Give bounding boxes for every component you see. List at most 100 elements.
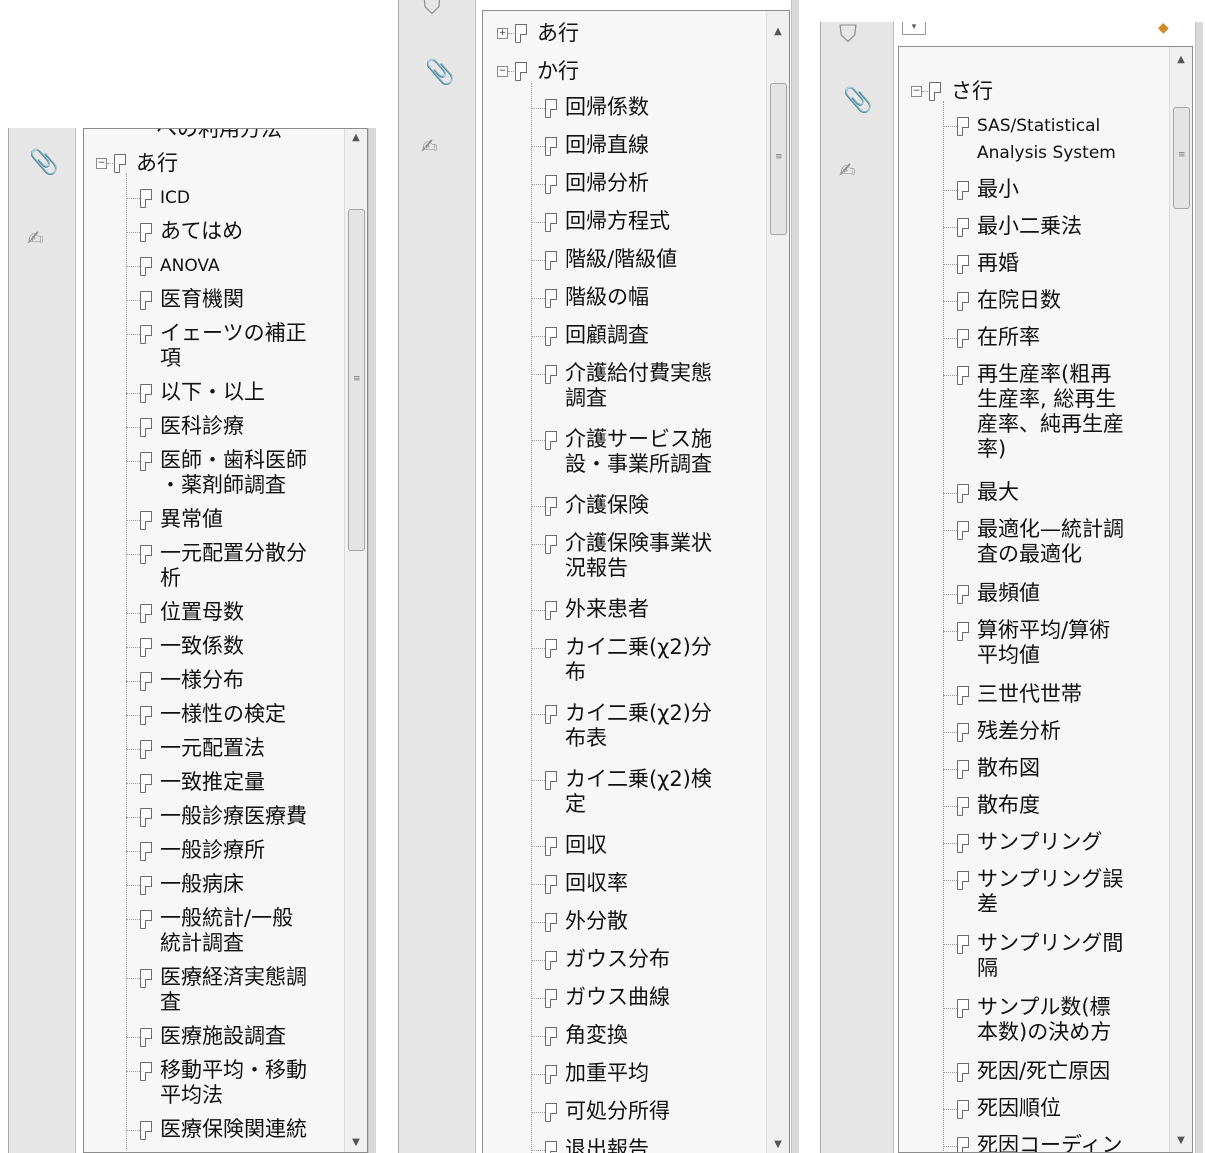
paperclip-icon[interactable]: 📎 — [29, 150, 59, 174]
bookmark-item[interactable]: 加重平均 — [483, 1059, 789, 1097]
bookmark-icon — [140, 808, 152, 827]
expand-icon[interactable]: + — [497, 28, 508, 39]
bookmark-icon — [545, 431, 557, 450]
panel-splitter[interactable] — [791, 0, 799, 1153]
panel-splitter[interactable] — [1195, 22, 1203, 1153]
bookmark-item[interactable]: 回収率 — [483, 869, 789, 907]
tree-connector — [943, 1146, 957, 1147]
bookmark-item[interactable]: 階級の幅 — [483, 283, 789, 321]
bookmark-group-label[interactable]: か行 — [537, 59, 579, 84]
vertical-scrollbar[interactable]: ▲ ≡ ▼ — [766, 11, 789, 1153]
bookmark-item[interactable]: 可処分所得 — [483, 1097, 789, 1135]
bookmark-item[interactable]: 回顧調査 — [483, 321, 789, 359]
bookmark-item[interactable]: 階級/階級値 — [483, 245, 789, 283]
tree-connector — [943, 301, 957, 302]
tree-connector — [126, 173, 127, 1149]
tree-connector — [531, 440, 545, 441]
bookmark-icon[interactable]: ⛉ — [423, 0, 441, 18]
collapse-icon[interactable]: − — [96, 158, 107, 169]
bookmark-icon — [140, 604, 152, 623]
bookmark-icon — [140, 1121, 152, 1140]
bookmarks-panel-2: ⛉ 📎 ✍ + あ行 − か行 回帰係数 回帰直線 回帰分析 回帰方程式 階級/階級値 階級の幅回… — [398, 0, 800, 1153]
bookmark-label: 加重平均 — [565, 1061, 649, 1085]
bookmark-label: 医療施設調査 — [160, 1024, 286, 1048]
bookmark-icon — [957, 117, 969, 136]
bookmark-label[interactable]: への利用方法 — [156, 129, 282, 142]
panel-splitter[interactable] — [368, 128, 376, 1153]
bookmark-item[interactable]: 退出報告 — [483, 1135, 789, 1153]
bookmark-item[interactable]: カイ二乗(χ2)分 布表 — [483, 699, 789, 765]
bookmark-item[interactable]: 介護給付費実態 調査 — [483, 359, 789, 425]
bookmark-item[interactable]: カイ二乗(χ2)分 布 — [483, 633, 789, 699]
bookmark-item[interactable]: 外来患者 — [483, 595, 789, 633]
vertical-scrollbar[interactable]: ▲ ≡ ▼ — [344, 129, 367, 1152]
bookmark-item[interactable]: 回帰方程式 — [483, 207, 789, 245]
expand-bookmark-icon[interactable]: ◆ — [1158, 22, 1178, 36]
bookmark-label: 再生産率(粗再 生産率, 総再生 産率、純再生産 率) — [977, 362, 1124, 461]
paperclip-icon[interactable]: 📎 — [843, 88, 873, 112]
options-icon[interactable]: ▾ — [902, 22, 926, 35]
tree-connector — [943, 190, 957, 191]
scroll-down-icon[interactable]: ▼ — [1170, 1132, 1192, 1150]
signature-icon[interactable]: ✍ — [27, 226, 44, 250]
bookmark-tree-pane[interactable]: への利用方法 − あ行 ICD あてはめ ANOVA 医育機関 イェーツの補正 項以下・以上医… — [83, 128, 368, 1153]
signature-icon[interactable]: ✍ — [839, 158, 856, 182]
bookmark-icon — [140, 842, 152, 861]
tree-connector — [531, 298, 545, 299]
bookmark-item[interactable]: 介護サービス施 設・事業所調査 — [483, 425, 789, 491]
bookmark-icon — [957, 1100, 969, 1119]
signature-icon[interactable]: ✍ — [421, 134, 438, 158]
bookmark-item[interactable]: 外分散 — [483, 907, 789, 945]
bookmark-group-label[interactable]: さ行 — [951, 79, 993, 104]
bookmark-icon — [957, 521, 969, 540]
bookmark-icon[interactable]: ⛉ — [839, 22, 857, 46]
bookmark-item[interactable]: ガウス曲線 — [483, 983, 789, 1021]
tree-connector — [531, 998, 545, 999]
bookmark-group-label[interactable]: あ行 — [136, 151, 178, 176]
scroll-down-icon[interactable]: ▼ — [767, 1136, 789, 1153]
bookmark-item[interactable]: 角変換 — [483, 1021, 789, 1059]
bookmark-item[interactable]: 介護保険 — [483, 491, 789, 529]
bookmark-label: 一元配置分散分 析 — [160, 541, 307, 590]
scroll-grip-icon: ≡ — [353, 374, 361, 384]
bookmark-icon — [545, 951, 557, 970]
bookmark-icon — [140, 223, 152, 242]
bookmark-item[interactable]: ガウス分布 — [483, 945, 789, 983]
tree-connector — [531, 780, 545, 781]
bookmark-item[interactable]: 回帰分析 — [483, 169, 789, 207]
bookmark-icon — [929, 82, 941, 101]
bookmark-icon — [545, 1103, 557, 1122]
bookmark-group-expanded[interactable]: − か行 — [483, 55, 789, 91]
bookmark-item[interactable]: 回収 — [483, 831, 789, 869]
bookmark-group[interactable]: + あ行 — [483, 17, 789, 53]
collapse-icon[interactable]: − — [911, 86, 922, 97]
tree-connector — [126, 334, 140, 335]
bookmark-tree-pane[interactable]: + あ行 − か行回帰係数回帰直線 回帰分析 回帰方程式 階級/階級値階級の幅 回顧調査 介護給… — [482, 10, 790, 1153]
bookmark-item[interactable]: 介護保険事業状 況報告 — [483, 529, 789, 595]
bookmark-tree-pane[interactable]: − さ行 SAS/Statistical Analysis System 最小 最小二乗… — [898, 46, 1193, 1153]
tree-connector — [943, 375, 957, 376]
bookmark-icon — [140, 325, 152, 344]
bookmark-item[interactable]: カイ二乗(χ2)検 定 — [483, 765, 789, 831]
side-rail: 📎 ✍ — [8, 128, 76, 1153]
bookmark-icon — [140, 511, 152, 530]
scroll-up-icon[interactable]: ▲ — [767, 23, 789, 41]
bookmark-label: 階級/階級値 — [565, 247, 678, 271]
bookmark-icon — [545, 837, 557, 856]
scroll-up-icon[interactable]: ▲ — [1170, 51, 1192, 69]
paperclip-icon[interactable]: 📎 — [425, 60, 455, 84]
bookmark-label: 最適化—統計調 査の最適化 — [977, 517, 1124, 566]
bookmark-item[interactable]: 回帰直線 — [483, 131, 789, 169]
bookmark-label: 回帰係数 — [565, 95, 649, 119]
bookmark-item[interactable]: 回帰係数 — [483, 93, 789, 131]
bookmark-icon — [545, 251, 557, 270]
bookmark-icon — [140, 189, 152, 208]
tree-connector — [943, 843, 957, 844]
tree-connector — [531, 1036, 545, 1037]
bookmark-group-label[interactable]: あ行 — [537, 21, 579, 46]
vertical-scrollbar[interactable]: ▲ ≡ ▼ — [1169, 47, 1192, 1152]
scroll-down-icon[interactable]: ▼ — [345, 1134, 367, 1152]
collapse-icon[interactable]: − — [497, 66, 508, 77]
tree-connector — [531, 260, 545, 261]
scroll-up-icon[interactable]: ▲ — [345, 129, 367, 147]
